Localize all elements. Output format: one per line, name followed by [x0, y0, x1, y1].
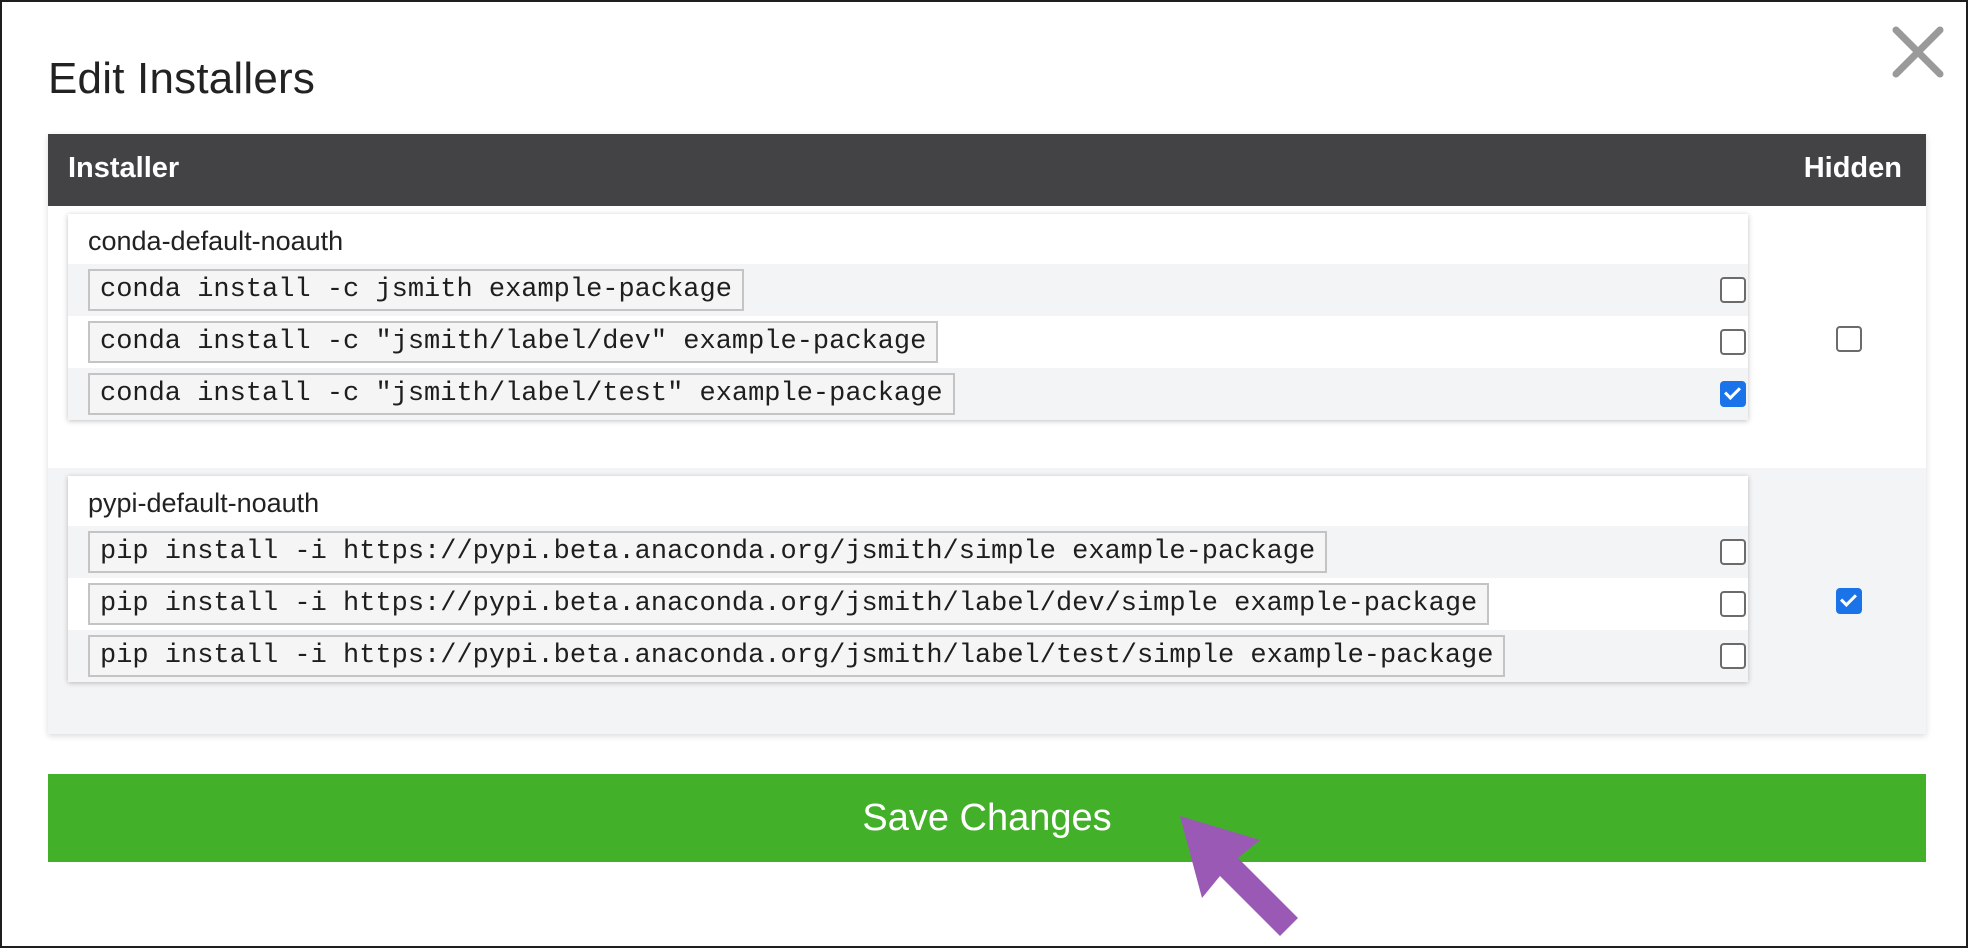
command-row: conda install -c "jsmith/label/test" exa…	[68, 368, 1748, 420]
command-text[interactable]: conda install -c "jsmith/label/test" exa…	[88, 373, 955, 415]
installer-name: conda-default-noauth	[88, 226, 344, 256]
dialog-title: Edit Installers	[48, 54, 316, 103]
command-checkbox[interactable]	[1720, 329, 1746, 355]
command-checkbox[interactable]	[1720, 539, 1746, 565]
header-hidden: Hidden	[1803, 152, 1902, 184]
command-checkbox[interactable]	[1720, 591, 1746, 617]
pointer-arrow-icon	[1180, 816, 1298, 936]
command-checkbox[interactable]	[1720, 643, 1746, 669]
installer-group-row: pypi-default-noauth pip install -i https…	[48, 468, 1926, 734]
save-changes-button[interactable]: Save Changes	[48, 774, 1926, 862]
command-text[interactable]: pip install -i https://pypi.beta.anacond…	[88, 583, 1490, 625]
command-row: pip install -i https://pypi.beta.anacond…	[68, 526, 1748, 578]
command-text[interactable]: pip install -i https://pypi.beta.anacond…	[88, 635, 1506, 677]
command-checkbox[interactable]	[1720, 381, 1746, 407]
close-icon[interactable]	[1890, 24, 1946, 80]
command-row: pip install -i https://pypi.beta.anacond…	[68, 578, 1748, 630]
table-header: Installer Hidden	[48, 134, 1926, 206]
command-checkbox[interactable]	[1720, 277, 1746, 303]
edit-installers-dialog: Edit Installers Installer Hidden conda-d…	[0, 0, 1968, 948]
hidden-checkbox[interactable]	[1836, 326, 1862, 352]
command-text[interactable]: pip install -i https://pypi.beta.anacond…	[88, 531, 1328, 573]
installer-card: pypi-default-noauth pip install -i https…	[68, 476, 1748, 682]
command-row: conda install -c "jsmith/label/dev" exam…	[68, 316, 1748, 368]
command-row: conda install -c jsmith example-package	[68, 264, 1748, 316]
installer-name: pypi-default-noauth	[88, 488, 320, 518]
header-installer: Installer	[68, 152, 180, 184]
command-text[interactable]: conda install -c jsmith example-package	[88, 269, 744, 311]
command-row: pip install -i https://pypi.beta.anacond…	[68, 630, 1748, 682]
installer-group-row: conda-default-noauth conda install -c js…	[48, 206, 1926, 468]
installer-card: conda-default-noauth conda install -c js…	[68, 214, 1748, 420]
command-text[interactable]: conda install -c "jsmith/label/dev" exam…	[88, 321, 939, 363]
installers-table: Installer Hidden conda-default-noauth co…	[48, 134, 1926, 734]
hidden-checkbox[interactable]	[1836, 588, 1862, 614]
